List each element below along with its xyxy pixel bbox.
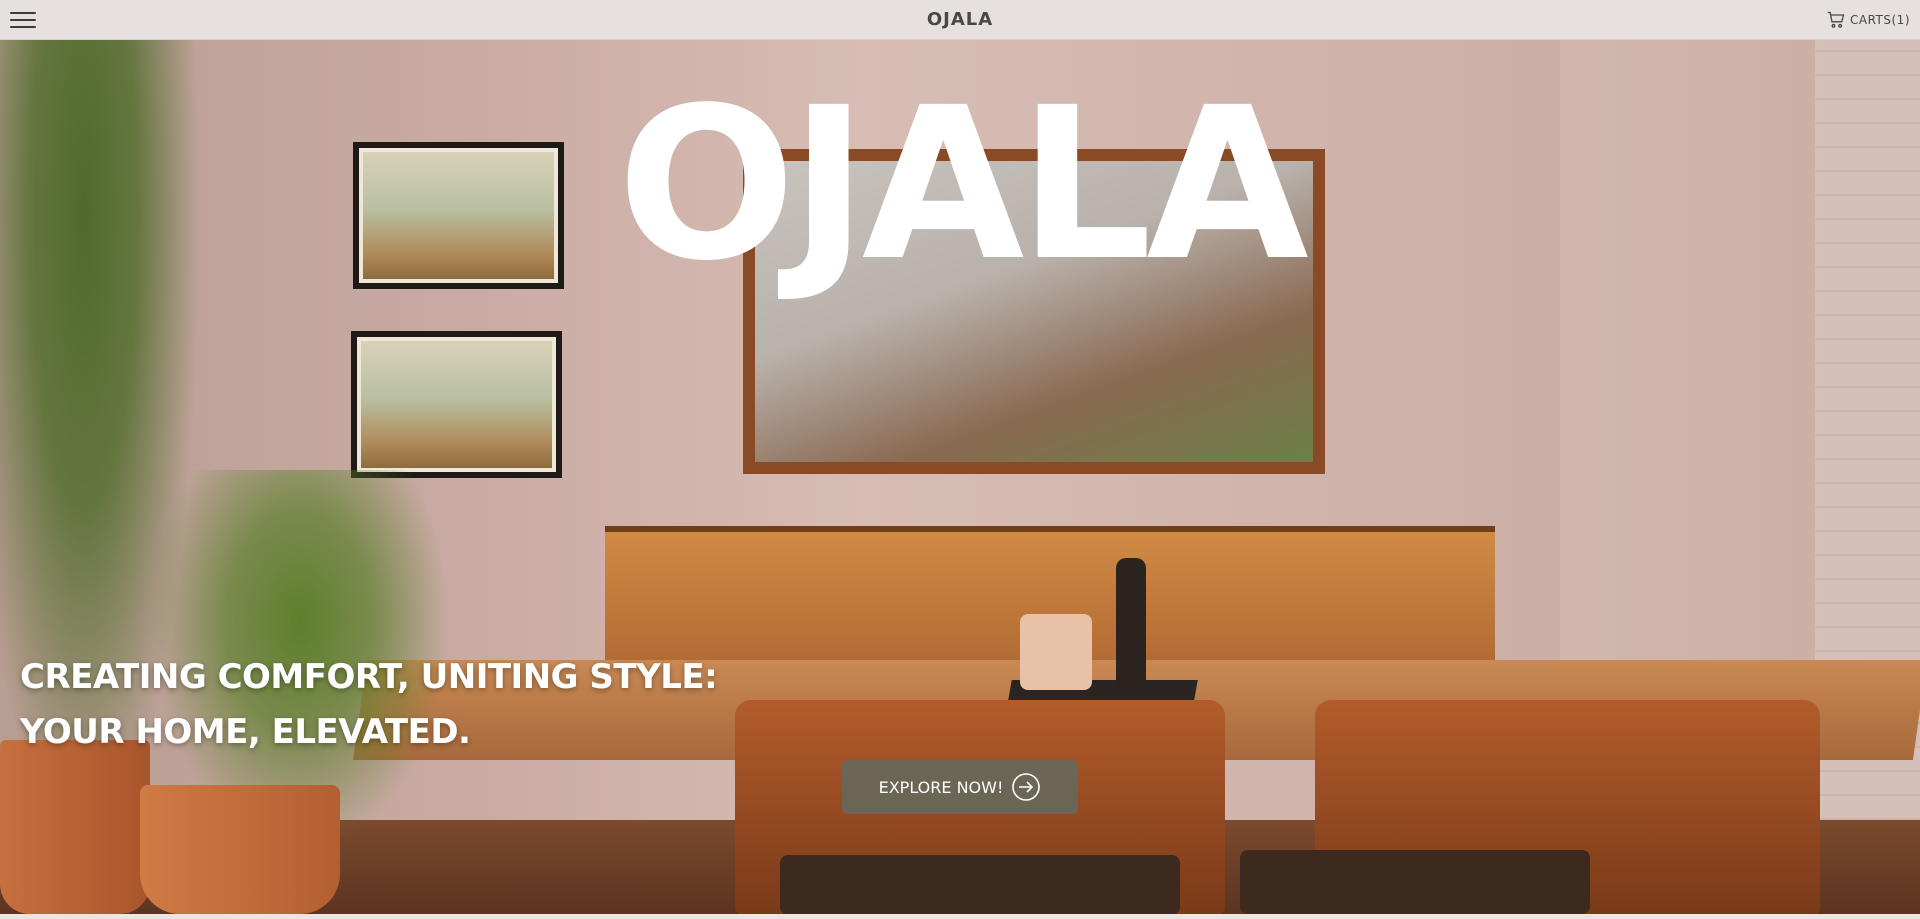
pepper-grinder <box>1116 558 1146 688</box>
cart-button[interactable]: CARTS(1) <box>1826 10 1910 30</box>
shopping-cart-icon <box>1827 11 1845 28</box>
candle <box>1020 614 1092 690</box>
plant-pot <box>0 740 150 914</box>
tagline-line-1: CREATING COMFORT, UNITING STYLE: <box>20 657 718 697</box>
hamburger-menu-icon[interactable] <box>10 9 36 31</box>
wall-art-frame <box>351 331 562 478</box>
page-bottom-strip <box>0 914 1920 919</box>
chair-seat <box>780 855 1180 914</box>
hero-tagline: CREATING COMFORT, UNITING STYLE: YOUR HO… <box>20 650 718 760</box>
tagline-line-2: YOUR HOME, ELEVATED. <box>20 712 471 752</box>
plant-pot <box>140 785 340 914</box>
arrow-right-circle-icon <box>1012 773 1041 801</box>
hero-banner: OJALA CREATING COMFORT, UNITING STYLE: Y… <box>0 40 1920 914</box>
cart-label: CARTS(1) <box>1850 12 1910 27</box>
chair-seat <box>1240 850 1590 914</box>
top-navigation-bar: OJALA CARTS(1) <box>0 0 1920 40</box>
hero-title: OJALA <box>617 62 1309 307</box>
explore-now-button[interactable]: EXPLORE NOW! <box>842 760 1078 814</box>
brand-logo[interactable]: OJALA <box>927 9 993 30</box>
explore-label: EXPLORE NOW! <box>878 777 1004 797</box>
